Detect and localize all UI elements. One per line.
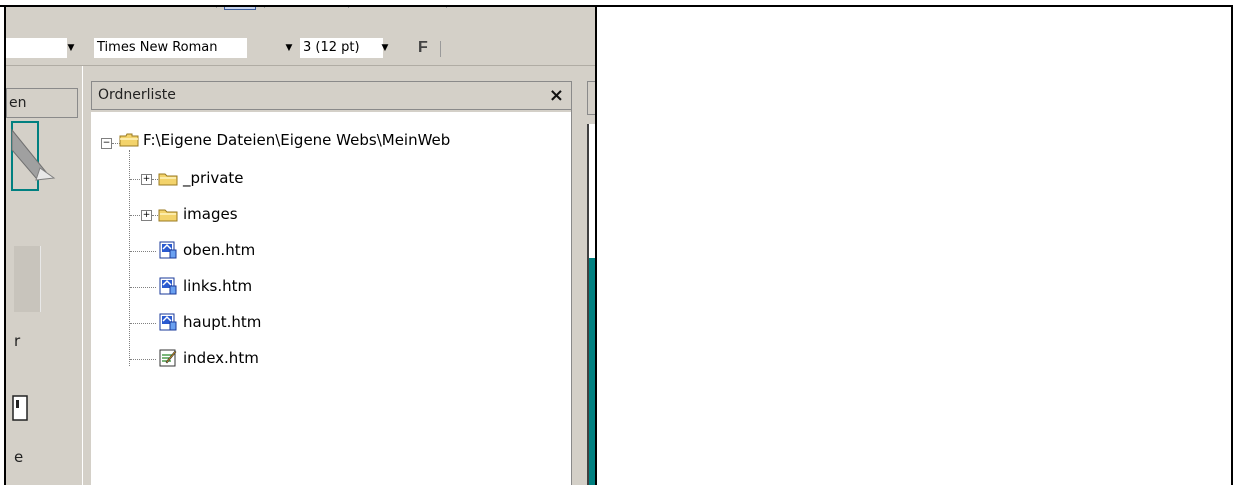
- web-page-icon: [159, 313, 177, 331]
- views-bar: en r e: [6, 66, 82, 485]
- tree-connector: [130, 215, 140, 216]
- bold-button[interactable]: F: [418, 38, 428, 58]
- views-bar-header: en: [6, 88, 78, 118]
- tree-connector: [130, 251, 156, 252]
- web-page-icon: [159, 241, 177, 259]
- page-view-icon[interactable]: [6, 118, 76, 208]
- folder-icon: [158, 209, 178, 222]
- panel-splitter[interactable]: [82, 66, 91, 485]
- views-bar-body: r e: [6, 118, 76, 485]
- style-combo[interactable]: [6, 38, 67, 58]
- tree-item-oben[interactable]: oben.htm: [183, 239, 255, 261]
- formatting-toolbar: ▼ Times New Roman ▼ 3 (12 pt) ▼ F: [6, 29, 595, 66]
- tree-item-links[interactable]: links.htm: [183, 275, 252, 297]
- reports-view-icon[interactable]: [12, 394, 32, 424]
- toolbar-separator: [264, 7, 265, 8]
- folder-icon: [158, 173, 178, 186]
- standard-toolbar: [6, 7, 595, 29]
- toolbar-separator: [440, 41, 441, 57]
- toolbar-separator: [446, 7, 447, 8]
- close-icon[interactable]: ×: [549, 82, 564, 109]
- tree-connector: [130, 179, 140, 180]
- folders-view-label: r: [14, 332, 21, 350]
- views-bar-header-label: en: [9, 95, 27, 111]
- tree-root-label[interactable]: F:\Eigene Dateien\Eigene Webs\MeinWeb: [143, 129, 450, 151]
- expand-icon[interactable]: +: [141, 174, 152, 185]
- toolbar-separator: [216, 7, 217, 8]
- open-folder-icon: [119, 133, 139, 147]
- folder-list-title: Ordnerliste: [98, 87, 176, 103]
- tree-item-haupt[interactable]: haupt.htm: [183, 311, 261, 333]
- folders-view-icon[interactable]: [14, 246, 41, 312]
- page-tab-edge[interactable]: [587, 81, 595, 115]
- tree-connector: [129, 150, 130, 366]
- tree-item-index[interactable]: index.htm: [183, 347, 259, 369]
- homepage-icon: [159, 349, 177, 367]
- frontpage-window-crop: ▼ Times New Roman ▼ 3 (12 pt) ▼ F en r e: [6, 7, 595, 485]
- tree-connector: [130, 359, 156, 360]
- folder-tree: − F:\Eigene Dateien\Eigene Webs\MeinWeb …: [91, 112, 575, 485]
- frame-divider: [595, 5, 597, 485]
- editor-frame-edge: [587, 258, 595, 485]
- font-name-dropdown-arrow-icon[interactable]: ▼: [282, 38, 296, 58]
- tree-connector: [130, 287, 156, 288]
- collapse-icon[interactable]: −: [101, 138, 112, 149]
- font-size-combo[interactable]: 3 (12 pt): [300, 38, 383, 58]
- folder-list-header: Ordnerliste ×: [91, 81, 575, 110]
- tree-item-images[interactable]: images: [183, 203, 238, 225]
- web-page-icon: [159, 277, 177, 295]
- font-size-dropdown-arrow-icon[interactable]: ▼: [378, 38, 392, 58]
- frame-left-border: [4, 5, 6, 485]
- toolbar-button[interactable]: [224, 7, 256, 10]
- reports-view-label: e: [14, 448, 24, 466]
- font-name-combo[interactable]: Times New Roman: [94, 38, 247, 58]
- toolbar-button[interactable]: [308, 7, 338, 10]
- style-dropdown-arrow-icon[interactable]: ▼: [64, 38, 78, 58]
- tree-item-private[interactable]: _private: [183, 167, 244, 189]
- tree-connector: [130, 323, 156, 324]
- expand-icon[interactable]: +: [141, 210, 152, 221]
- editor-edge: [587, 124, 595, 258]
- toolbar-separator: [348, 7, 349, 8]
